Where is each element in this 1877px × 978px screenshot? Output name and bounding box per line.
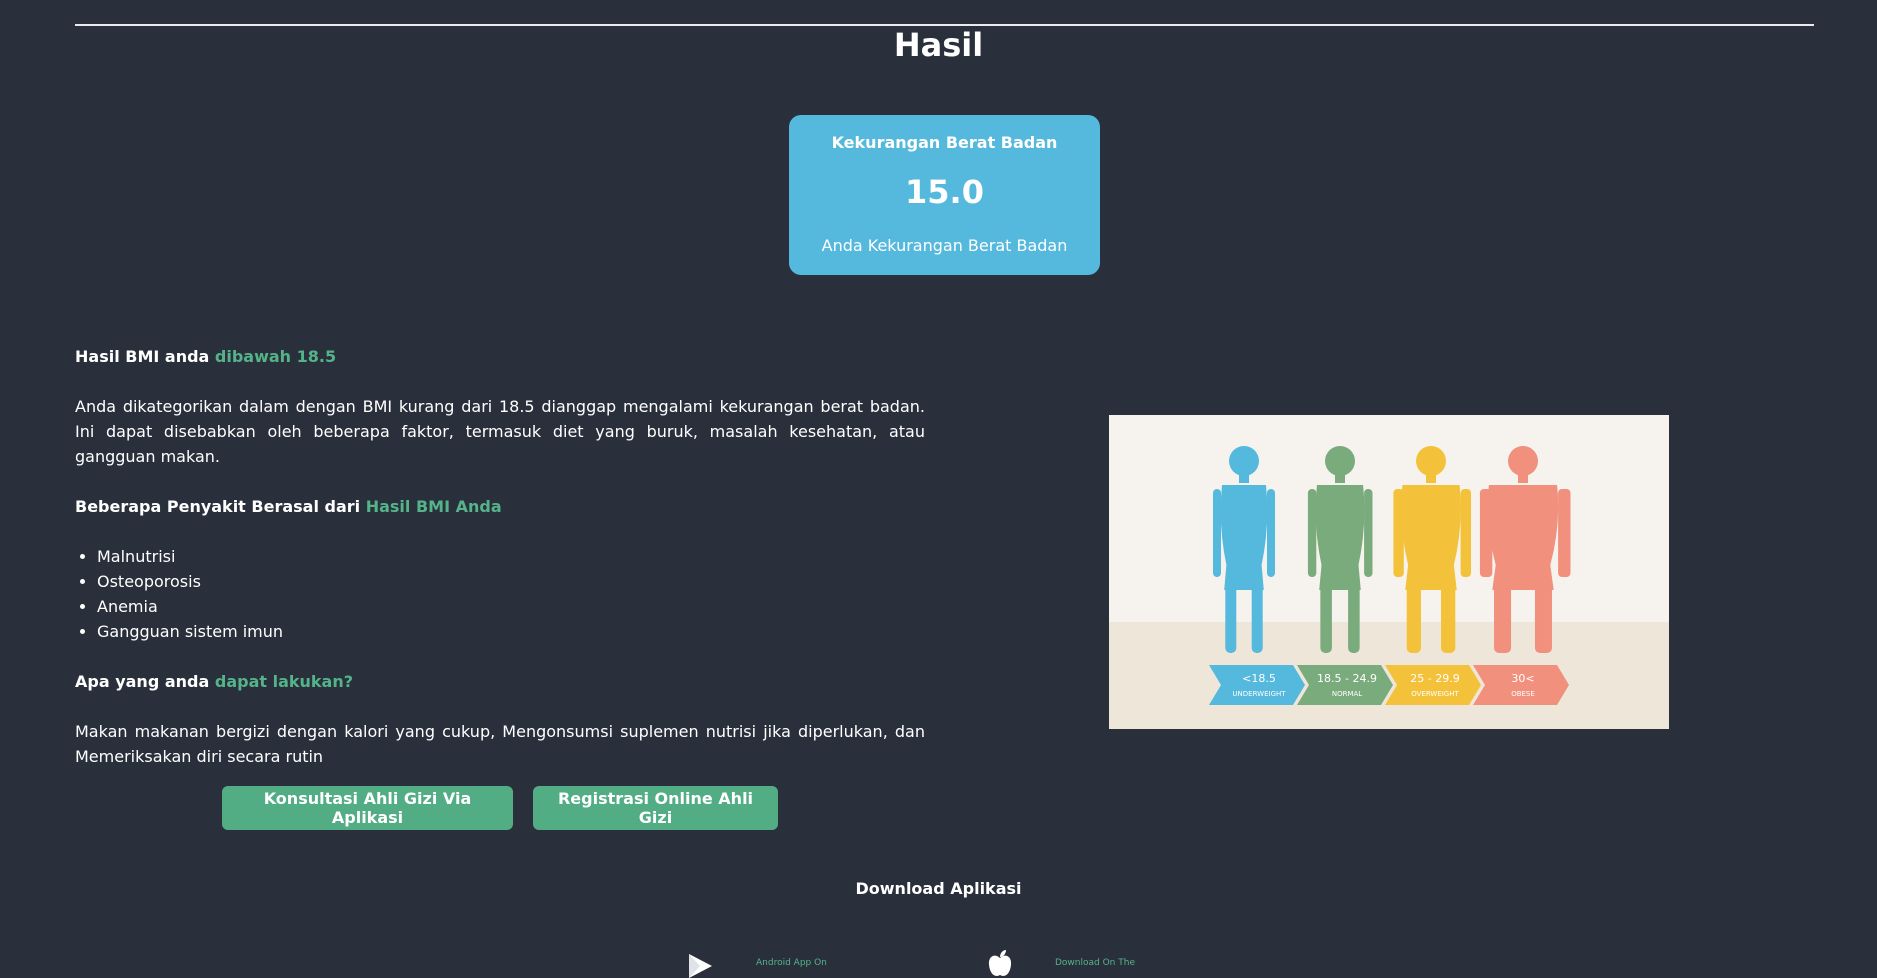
bmi-category-label: NORMAL (1332, 690, 1362, 698)
bmi-paragraph: Anda dikategorikan dalam dengan BMI kura… (75, 397, 925, 466)
apple-store-label: Download On The (1055, 958, 1135, 968)
bmi-value: 15.0 (905, 173, 984, 211)
page-title: Hasil (893, 26, 984, 64)
result-explanation: Hasil BMI anda dibawah 18.5 Anda dikateg… (75, 344, 925, 769)
action-paragraph: Makan makanan bergizi dengan kalori yang… (75, 722, 925, 766)
bmi-range-label: 18.5 - 24.9 (1317, 672, 1377, 685)
list-item: Gangguan sistem imun (97, 619, 925, 644)
bmi-chevron-1 (1209, 665, 1305, 705)
bmi-category: Kekurangan Berat Badan (831, 133, 1058, 152)
disease-list: Malnutrisi Osteoporosis Anemia Gangguan … (75, 544, 925, 644)
android-store-link[interactable]: Android App On (686, 948, 827, 978)
bmi-description: Anda Kekurangan Berat Badan (821, 236, 1068, 255)
bmi-chevron-3 (1385, 665, 1481, 705)
bmi-range-label: <18.5 (1242, 672, 1276, 685)
disease-heading: Beberapa Penyakit Berasal dari Hasil BMI… (75, 497, 502, 516)
action-heading: Apa yang anda dapat lakukan? (75, 672, 353, 691)
android-store-label: Android App On (756, 958, 827, 968)
bmi-category-label: OVERWEIGHT (1411, 690, 1459, 698)
bmi-chevron-4 (1473, 665, 1569, 705)
download-title: Download Aplikasi (855, 879, 1022, 898)
bmi-chevron-2 (1297, 665, 1393, 705)
apple-store-link[interactable]: Download On The (985, 948, 1135, 978)
bmi-range-label: 30< (1511, 672, 1534, 685)
bmi-heading: Hasil BMI anda dibawah 18.5 (75, 347, 337, 366)
register-nutritionist-button[interactable]: Registrasi Online Ahli Gizi (533, 786, 778, 830)
bmi-figure-svg: <18.5 UNDERWEIGHT 18.5 - 24.9 NORMAL 25 - 29… (1109, 415, 1669, 729)
bmi-illustration: <18.5 UNDERWEIGHT 18.5 - 24.9 NORMAL 25 - 29… (1109, 415, 1669, 729)
list-item: Malnutrisi (97, 544, 925, 569)
bmi-range-label: 25 - 29.9 (1410, 672, 1459, 685)
list-item: Osteoporosis (97, 569, 925, 594)
consult-nutritionist-button[interactable]: Konsultasi Ahli Gizi Via Aplikasi (222, 786, 513, 830)
apple-icon (988, 950, 1012, 976)
play-store-icon (689, 954, 712, 978)
bmi-result-card: Kekurangan Berat Badan 15.0 Anda Kekuran… (789, 115, 1100, 275)
bmi-category-label: UNDERWEIGHT (1232, 690, 1286, 698)
bmi-category-label: OBESE (1511, 690, 1535, 698)
list-item: Anemia (97, 594, 925, 619)
